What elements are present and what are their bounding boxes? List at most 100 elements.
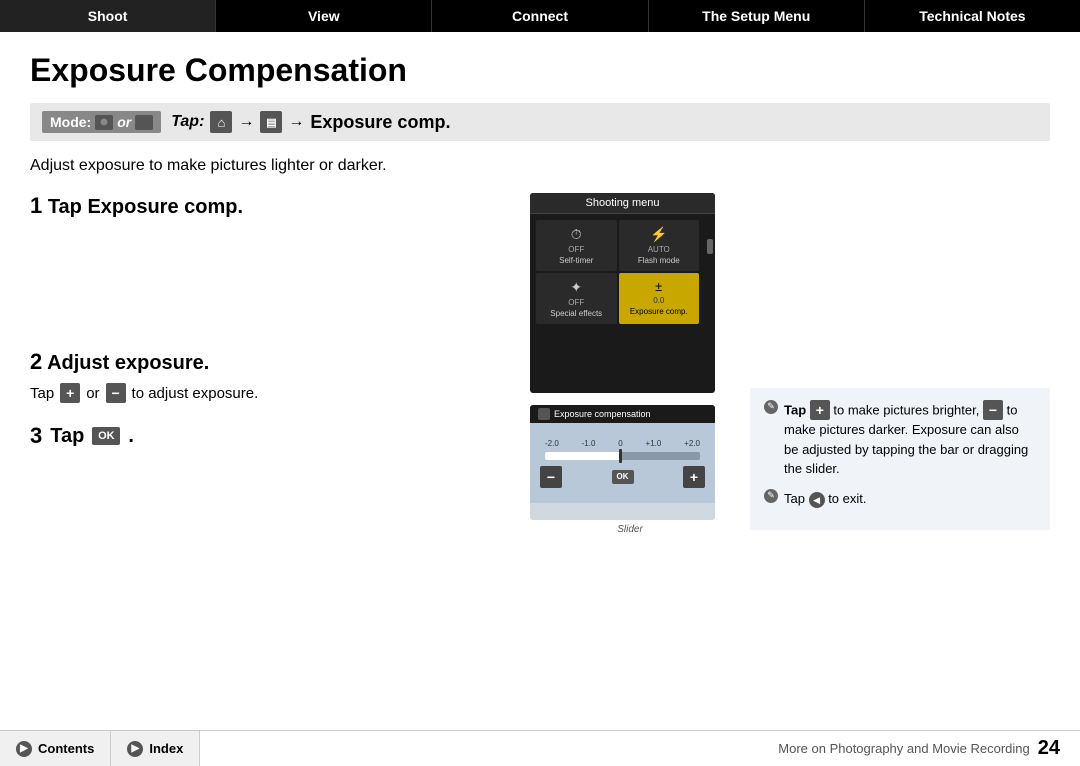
nav-view[interactable]: View	[216, 0, 432, 32]
bottom-bar: ▶ Contents ▶ Index More on Photography a…	[0, 730, 1080, 766]
top-navigation: Shoot View Connect The Setup Menu Techni…	[0, 0, 1080, 32]
index-button[interactable]: ▶ Index	[111, 731, 200, 766]
home-icon: ⌂	[210, 111, 232, 133]
back-button-icon: ◀	[809, 492, 825, 508]
bottom-left: ▶ Contents ▶ Index	[0, 731, 200, 766]
content-area: 1 Tap Exposure comp. 2 Adjust exposure. …	[30, 193, 1050, 535]
menu-grid: ⏱ OFF Self-timer ⚡ AUTO Flash mode ✦ OFF	[530, 214, 705, 330]
step2-tap-text: Tap	[30, 385, 54, 402]
tap-section: Tap: ⌂ → ▤ → Exposure comp.	[171, 111, 450, 133]
slider-minus-button[interactable]: −	[540, 466, 562, 488]
step-3: 3 Tap OK .	[30, 423, 510, 449]
slider-thumb[interactable]	[619, 449, 622, 463]
nav-setup-label: The Setup Menu	[702, 8, 810, 24]
slider-caption: Slider	[530, 524, 730, 535]
plus-button-icon: +	[60, 383, 80, 403]
menu-item-exposure: ± 0.0 Exposure comp.	[619, 273, 700, 324]
exposure-sublabel: 0.0	[653, 296, 664, 305]
scale-plus1: +1.0	[646, 439, 662, 448]
special-effects-label: Special effects	[550, 309, 602, 318]
bottom-note-text: More on Photography and Movie Recording	[778, 741, 1029, 756]
step-1: 1 Tap Exposure comp.	[30, 193, 510, 219]
flash-sublabel: AUTO	[648, 245, 670, 254]
menu-header: Shooting menu	[530, 193, 715, 214]
flash-icon: ⚡	[650, 226, 667, 243]
flash-label: Flash mode	[638, 256, 680, 265]
step-2-sub: Tap + or − to adjust exposure.	[30, 383, 510, 403]
movie-icon	[135, 115, 153, 130]
nav-connect-label: Connect	[512, 8, 568, 24]
nav-shoot[interactable]: Shoot	[0, 0, 216, 32]
note-minus-icon: −	[983, 400, 1003, 420]
note-text-1: Tap + to make pictures brighter, − to ma…	[784, 400, 1036, 479]
main-content: Exposure Compensation Mode: or Tap: ⌂ → …	[0, 32, 1080, 555]
screenshot-area: Shooting menu ⏱ OFF Self-timer ⚡ AUTO Fl…	[530, 193, 730, 535]
exposure-icon: ±	[655, 279, 662, 294]
step-1-number: 1	[30, 193, 42, 218]
note-text-2: Tap ◀ to exit.	[784, 489, 867, 509]
menu-icon: ▤	[260, 111, 282, 133]
page-number: 24	[1038, 737, 1060, 760]
note-item-1: ✎ Tap + to make pictures brighter, − to …	[764, 400, 1036, 479]
special-effects-icon: ✦	[570, 279, 582, 296]
step-2-label: Adjust exposure.	[47, 352, 209, 374]
slider-track[interactable]	[545, 452, 700, 460]
slider-fill	[545, 452, 620, 460]
nav-technical-notes[interactable]: Technical Notes	[865, 0, 1080, 32]
mode-text: Mode:	[50, 114, 91, 130]
scale-plus2: +2.0	[684, 439, 700, 448]
step-1-label: Tap Exposure comp.	[48, 196, 243, 218]
contents-button[interactable]: ▶ Contents	[0, 731, 111, 766]
step-2-number: 2	[30, 349, 42, 374]
tap-label: Tap:	[171, 113, 204, 131]
scroll-bar	[705, 214, 715, 330]
step2-or-text: or	[86, 385, 99, 402]
self-timer-label: Self-timer	[559, 256, 593, 265]
exp-header: Exposure compensation	[530, 405, 715, 423]
shooting-menu-screenshot: Shooting menu ⏱ OFF Self-timer ⚡ AUTO Fl…	[530, 193, 715, 393]
slider-area: -2.0 -1.0 0 +1.0 +2.0 − OK +	[530, 423, 715, 503]
scale-minus1: -1.0	[582, 439, 596, 448]
scale-zero: 0	[618, 439, 622, 448]
special-effects-sublabel: OFF	[568, 298, 584, 307]
exposure-comp-screenshot: Exposure compensation -2.0 -1.0 0 +1.0 +…	[530, 405, 715, 520]
exp-comp-header-label: Exposure compensation	[554, 409, 651, 419]
slider-scale: -2.0 -1.0 0 +1.0 +2.0	[545, 439, 700, 448]
slider-plus-button[interactable]: +	[683, 466, 705, 488]
note-item-2: ✎ Tap ◀ to exit.	[764, 489, 1036, 509]
exp-header-icon	[538, 408, 550, 420]
step-1-title: 1 Tap Exposure comp.	[30, 193, 510, 219]
exposure-comp-label: Exposure comp.	[310, 112, 450, 133]
arrow-1: →	[238, 113, 254, 131]
step-3-number: 3	[30, 423, 42, 449]
nav-setup-menu[interactable]: The Setup Menu	[649, 0, 865, 32]
exposure-label: Exposure comp.	[630, 307, 688, 316]
step2-sub-text: to adjust exposure.	[132, 385, 259, 402]
ok-icon: OK	[92, 427, 120, 445]
slider-controls: − OK +	[540, 466, 705, 488]
step-2: 2 Adjust exposure. Tap + or − to adjust …	[30, 349, 510, 403]
menu-item-special-effects: ✦ OFF Special effects	[536, 273, 617, 324]
nav-tech-label: Technical Notes	[919, 8, 1025, 24]
step-3-title: 3 Tap OK .	[30, 423, 510, 449]
contents-arrow-icon: ▶	[16, 741, 32, 757]
menu-item-self-timer: ⏱ OFF Self-timer	[536, 220, 617, 271]
scroll-thumb	[707, 239, 713, 254]
index-label: Index	[149, 741, 183, 756]
mode-bar: Mode: or Tap: ⌂ → ▤ → Exposure comp.	[30, 103, 1050, 141]
contents-label: Contents	[38, 741, 94, 756]
self-timer-sublabel: OFF	[568, 245, 584, 254]
mode-or-text: or	[117, 114, 131, 130]
mode-label: Mode: or	[42, 111, 161, 133]
note-plus-icon: +	[810, 400, 830, 420]
menu-item-flash: ⚡ AUTO Flash mode	[619, 220, 700, 271]
camera-icon	[95, 115, 113, 130]
scale-minus2: -2.0	[545, 439, 559, 448]
step-2-title: 2 Adjust exposure.	[30, 349, 510, 375]
nav-connect[interactable]: Connect	[432, 0, 648, 32]
index-arrow-icon: ▶	[127, 741, 143, 757]
pencil-icon-2: ✎	[764, 489, 778, 503]
arrow-2: →	[288, 113, 304, 131]
slider-ok-button[interactable]: OK	[612, 470, 634, 484]
self-timer-icon: ⏱	[571, 226, 582, 243]
